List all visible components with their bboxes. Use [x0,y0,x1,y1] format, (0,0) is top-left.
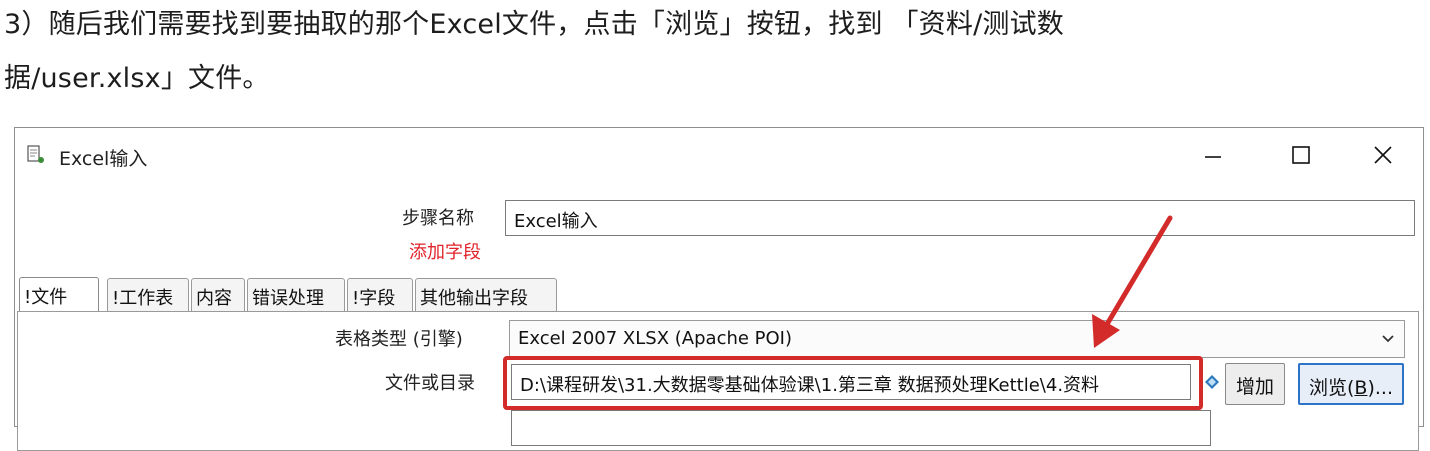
annotation-arrow [1092,215,1173,348]
